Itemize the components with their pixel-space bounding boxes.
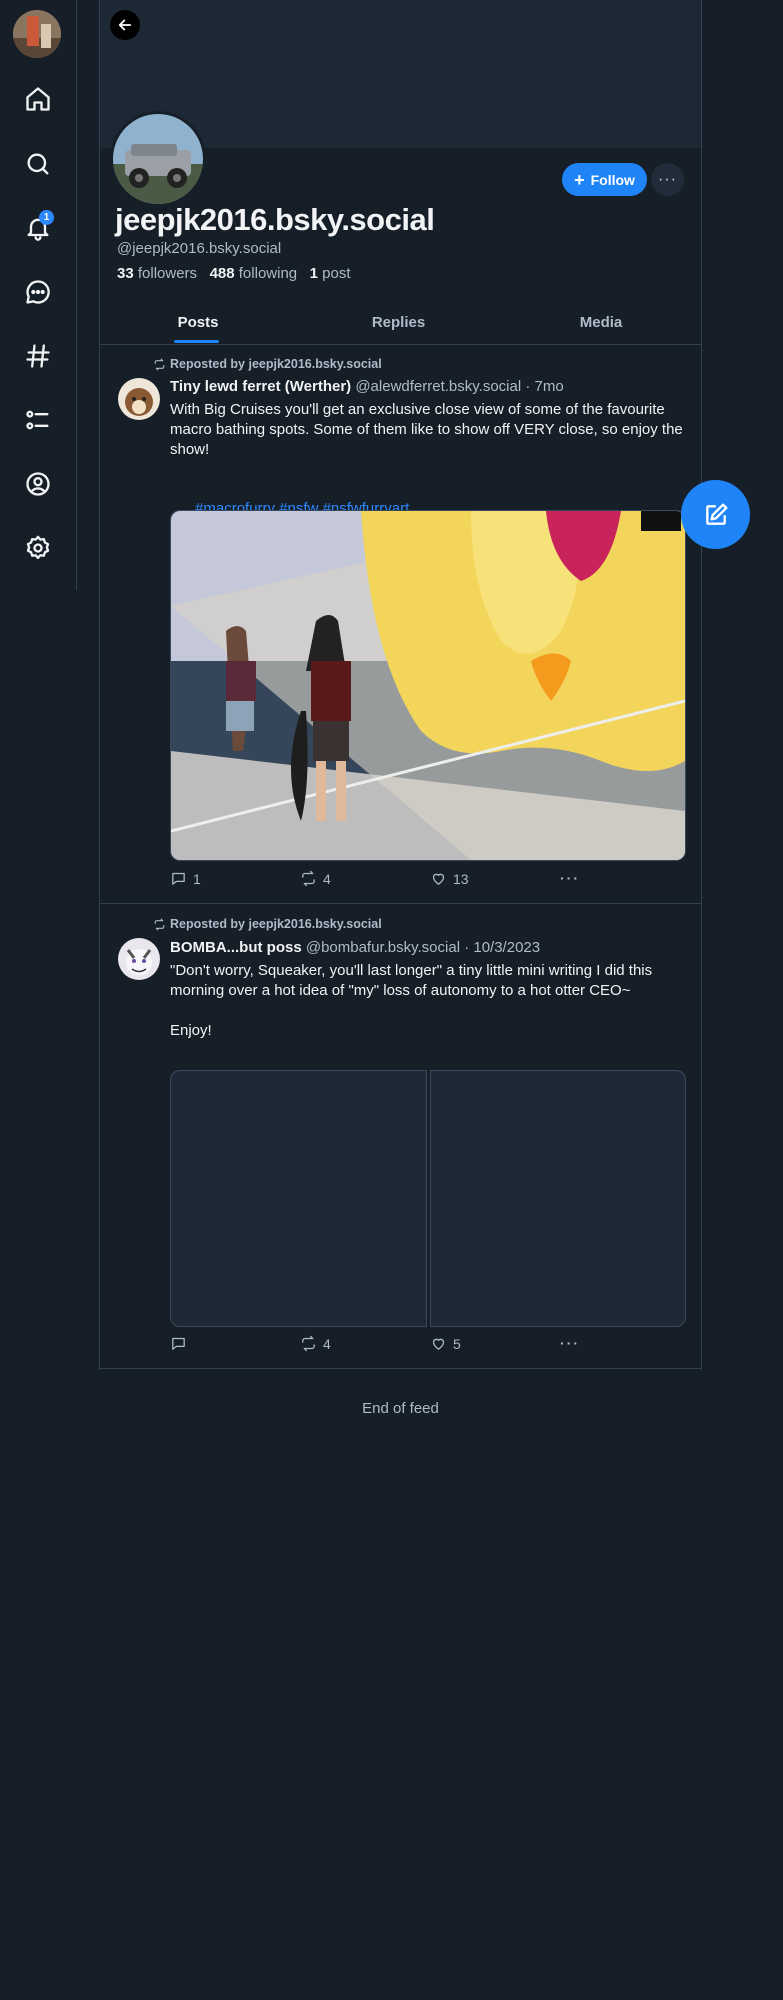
post-actions: 4 5 ··· <box>170 1335 685 1355</box>
arrow-left-icon <box>118 19 132 31</box>
bell-icon[interactable]: 1 <box>18 208 58 248</box>
follow-label: Follow <box>590 171 635 188</box>
post-text: With Big Cruises you'll get an exclusive… <box>170 401 687 458</box>
like-button[interactable]: 5 <box>430 1335 461 1352</box>
plus-icon: + <box>574 169 585 190</box>
back-button[interactable] <box>110 10 140 40</box>
feed-post[interactable]: Reposted by jeepjk2016.bsky.social BOMBA… <box>100 903 701 1369</box>
repost-icon <box>302 870 315 887</box>
user-avatar[interactable] <box>13 10 61 58</box>
ellipsis-icon: ··· <box>658 170 677 188</box>
profile-tabs: Posts Replies Media <box>100 300 701 345</box>
post-author-avatar[interactable] <box>118 378 160 420</box>
post-image[interactable] <box>170 1070 427 1327</box>
user-circle-icon[interactable] <box>18 464 58 504</box>
ellipsis-icon: ··· <box>560 870 580 886</box>
list-icon[interactable] <box>18 400 58 440</box>
post-author-handle[interactable]: @alewdferret.bsky.social <box>355 378 521 395</box>
tab-replies[interactable]: Replies <box>296 300 501 344</box>
profile-column: + Follow ··· jeepjk2016.bsky.social @jee… <box>99 0 702 1417</box>
reply-button[interactable]: 1 <box>170 870 201 887</box>
tab-posts[interactable]: Posts <box>100 300 296 344</box>
repost-icon <box>302 1335 315 1352</box>
post-author-handle[interactable]: @bombafur.bsky.social <box>306 939 460 956</box>
post-header: BOMBA...but poss @bombafur.bsky.social ·… <box>170 939 540 956</box>
posts-count: 1 post <box>309 265 351 282</box>
post-image[interactable] <box>170 510 686 861</box>
post-more-button[interactable]: ··· <box>560 870 580 886</box>
followers-link[interactable]: 33 followers <box>117 265 197 282</box>
repost-button[interactable]: 4 <box>300 870 331 887</box>
repost-button[interactable]: 4 <box>300 1335 331 1352</box>
end-of-feed-label: End of feed <box>362 1400 439 1417</box>
repost-indicator[interactable]: Reposted by jeepjk2016.bsky.social <box>153 917 382 931</box>
gear-icon[interactable] <box>18 528 58 568</box>
post-text: "Don't worry, Squeaker, you'll last long… <box>170 962 653 1039</box>
notification-badge: 1 <box>39 210 54 225</box>
post-author-avatar[interactable] <box>118 938 160 980</box>
post-author-name[interactable]: BOMBA...but poss <box>170 939 302 956</box>
heart-icon <box>432 1338 445 1350</box>
follow-button[interactable]: + Follow <box>562 163 647 196</box>
post-more-button[interactable]: ··· <box>560 1335 580 1351</box>
profile-display-name: jeepjk2016.bsky.social <box>115 202 435 237</box>
post-image[interactable] <box>430 1070 686 1327</box>
reply-icon <box>172 872 185 885</box>
active-tab-indicator <box>174 340 219 343</box>
compose-icon <box>705 503 727 525</box>
search-icon[interactable] <box>18 144 58 184</box>
profile-stats: 33 followers 488 following 1 post <box>117 265 351 282</box>
tab-media[interactable]: Media <box>501 300 701 344</box>
chat-bubble-icon[interactable] <box>18 272 58 312</box>
post-timestamp[interactable]: · 7mo <box>525 378 563 395</box>
hashtag-icon[interactable] <box>18 336 58 376</box>
repost-indicator[interactable]: Reposted by jeepjk2016.bsky.social <box>153 357 382 371</box>
heart-icon <box>432 873 445 885</box>
post-header: Tiny lewd ferret (Werther) @alewdferret.… <box>170 378 564 395</box>
feed-post[interactable]: Reposted by jeepjk2016.bsky.social Tiny … <box>100 345 701 904</box>
profile-avatar[interactable] <box>110 111 206 207</box>
compose-post-button[interactable] <box>681 480 750 549</box>
post-author-name[interactable]: Tiny lewd ferret (Werther) <box>170 378 351 395</box>
like-button[interactable]: 13 <box>430 870 469 887</box>
home-icon[interactable] <box>18 79 58 119</box>
post-actions: 1 4 13 ··· <box>170 870 685 890</box>
repost-icon <box>154 358 165 370</box>
reply-button[interactable] <box>170 1335 193 1352</box>
repost-icon <box>154 918 165 930</box>
post-timestamp[interactable]: · 10/3/2023 <box>464 939 540 956</box>
more-options-button[interactable]: ··· <box>651 163 684 196</box>
left-sidebar: 1 <box>0 0 77 590</box>
reply-icon <box>172 1337 185 1350</box>
following-link[interactable]: 488 following <box>210 265 298 282</box>
ellipsis-icon: ··· <box>560 1335 580 1351</box>
profile-handle: @jeepjk2016.bsky.social <box>117 240 282 257</box>
